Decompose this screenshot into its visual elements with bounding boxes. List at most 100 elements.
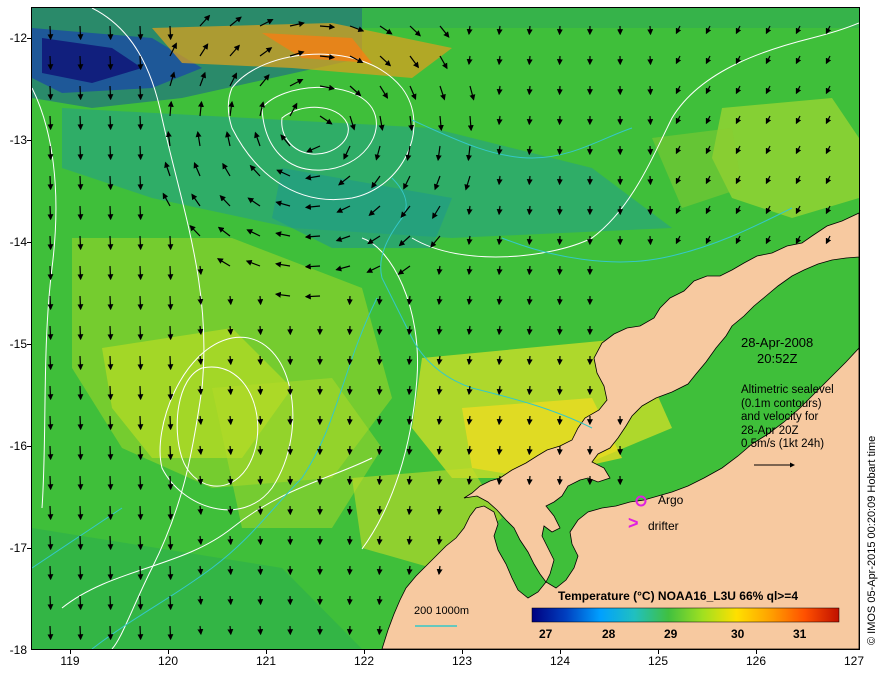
- velocity-arrow: [167, 475, 174, 491]
- velocity-arrow: [137, 535, 144, 551]
- velocity-arrow: [167, 415, 174, 431]
- lon-label: 121: [255, 654, 277, 668]
- velocity-arrow: [227, 385, 234, 396]
- velocity-arrow: [137, 205, 144, 221]
- drifter-marker: >: [628, 513, 639, 533]
- velocity-arrow: [526, 85, 533, 96]
- lon-label: 122: [353, 654, 375, 668]
- velocity-arrow: [137, 145, 144, 161]
- lon-tick: [70, 650, 71, 654]
- velocity-arrow: [77, 625, 84, 641]
- velocity-arrow: [257, 535, 264, 546]
- lon-tick: [756, 650, 757, 654]
- sst-map: >: [32, 8, 859, 649]
- velocity-arrow: [376, 445, 383, 456]
- velocity-arrow: [77, 175, 84, 191]
- velocity-arrow: [107, 325, 114, 341]
- lat-label: -12: [9, 31, 27, 45]
- velocity-arrow: [167, 625, 174, 641]
- velocity-arrow: [376, 505, 383, 516]
- colorbar-tick-label: 31: [793, 627, 807, 641]
- velocity-arrow: [167, 445, 174, 461]
- lat-label: -18: [9, 643, 27, 657]
- velocity-arrow: [77, 325, 84, 341]
- velocity-arrow: [77, 535, 84, 551]
- lat-label: -13: [9, 133, 27, 147]
- lat-tick: [27, 446, 31, 447]
- velocity-arrow: [77, 145, 84, 161]
- velocity-arrow: [376, 295, 383, 306]
- velocity-arrow: [227, 415, 234, 426]
- velocity-arrow: [167, 235, 174, 251]
- velocity-arrow: [107, 25, 114, 41]
- velocity-arrow: [167, 25, 174, 41]
- velocity-arrow: [77, 445, 84, 461]
- velocity-arrow: [526, 25, 533, 36]
- lat-tick: [27, 38, 31, 39]
- velocity-arrow: [526, 235, 533, 246]
- velocity-arrow: [107, 175, 114, 191]
- velocity-arrow: [227, 505, 234, 516]
- lon-tick: [168, 650, 169, 654]
- velocity-arrow: [376, 385, 383, 396]
- velocity-arrow: [107, 295, 114, 311]
- velocity-arrow: [137, 565, 144, 581]
- velocity-arrow: [227, 295, 234, 306]
- lon-tick: [364, 650, 365, 654]
- lat-label: -17: [9, 541, 27, 555]
- velocity-arrow: [47, 475, 54, 491]
- velocity-arrow: [137, 115, 144, 131]
- colorbar-tick-label: 29: [664, 627, 678, 641]
- credit-label: © IMOS 05-Apr-2015 00:20:09 Hobart time: [866, 435, 878, 645]
- time-label: 20:52Z: [757, 351, 798, 366]
- velocity-arrow: [107, 565, 114, 581]
- velocity-arrow: [227, 535, 234, 546]
- velocity-arrow: [77, 265, 84, 281]
- velocity-arrow: [137, 55, 144, 71]
- velocity-arrow: [47, 295, 54, 311]
- velocity-arrow: [167, 295, 174, 311]
- velocity-arrow: [167, 595, 174, 611]
- velocity-arrow: [137, 295, 144, 311]
- legend-line: 0.5m/s (1kt 24h): [741, 438, 825, 450]
- velocity-arrow: [526, 55, 533, 66]
- velocity-arrow: [257, 595, 264, 606]
- velocity-arrow: [257, 625, 264, 636]
- legend-block: Altimetric sealevel (0.1m contours) and …: [741, 384, 834, 452]
- velocity-arrow: [137, 415, 144, 431]
- velocity-arrow: [77, 475, 84, 491]
- velocity-arrow: [647, 25, 654, 36]
- velocity-arrow: [107, 505, 114, 521]
- velocity-arrow: [77, 355, 84, 371]
- velocity-arrow: [47, 625, 54, 641]
- velocity-arrow: [47, 565, 54, 581]
- velocity-arrow: [526, 385, 533, 396]
- velocity-arrow: [526, 445, 533, 456]
- velocity-arrow: [107, 595, 114, 611]
- velocity-arrow: [47, 355, 54, 371]
- lat-label: -14: [9, 235, 27, 249]
- velocity-arrow: [167, 265, 174, 281]
- velocity-arrow: [137, 475, 144, 491]
- colorbar-title: Temperature (°C) NOAA16_L3U 66% ql>=4: [558, 589, 798, 603]
- velocity-arrow: [647, 85, 654, 96]
- velocity-arrow: [107, 445, 114, 461]
- lat-tick: [27, 548, 31, 549]
- depth-label: 200 1000m: [414, 605, 470, 617]
- velocity-arrow: [107, 475, 114, 491]
- velocity-arrow: [647, 235, 654, 246]
- colorbar-tick-label: 28: [602, 627, 616, 641]
- date-label: 28-Apr-2008: [741, 335, 814, 350]
- velocity-arrow: [47, 205, 54, 221]
- lon-tick: [266, 650, 267, 654]
- velocity-arrow: [376, 355, 383, 366]
- velocity-arrow: [376, 595, 383, 606]
- velocity-arrow: [137, 25, 144, 41]
- velocity-arrow: [137, 355, 144, 371]
- velocity-arrow: [107, 355, 114, 371]
- velocity-arrow: [47, 595, 54, 611]
- velocity-arrow: [107, 55, 114, 71]
- velocity-arrow: [47, 535, 54, 551]
- velocity-arrow: [167, 355, 174, 371]
- velocity-arrow: [227, 565, 234, 576]
